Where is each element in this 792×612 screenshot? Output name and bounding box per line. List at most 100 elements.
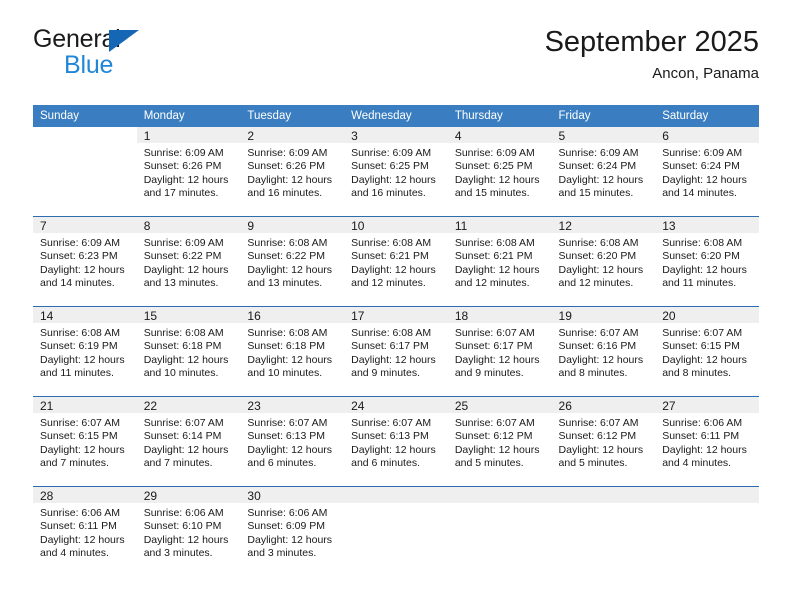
- calendar-cell-empty[interactable]: [447, 486, 552, 576]
- day-details: Sunrise: 6:07 AM Sunset: 6:12 PM Daylight:…: [552, 413, 656, 471]
- calendar-day-cell[interactable]: 28 Sunrise: 6:06 AM Sunset: 6:11 PM Dayligh…: [33, 486, 137, 576]
- calendar-cell-empty[interactable]: [551, 486, 656, 576]
- calendar-day-cell[interactable]: 10 Sunrise: 6:08 AM Sunset: 6:21 PM Dayligh…: [344, 216, 448, 307]
- sunrise-text: Sunrise: 6:09 AM: [454, 147, 535, 159]
- day-details: Sunrise: 6:07 AM Sunset: 6:16 PM Daylight:…: [552, 323, 656, 381]
- calendar-day-cell[interactable]: 13 Sunrise: 6:08 AM Sunset: 6:20 PM Dayligh…: [655, 216, 759, 307]
- calendar-day-cell[interactable]: 18 Sunrise: 6:07 AM Sunset: 6:17 PM Dayligh…: [447, 306, 552, 397]
- calendar-day-cell[interactable]: 4 Sunrise: 6:09 AM Sunset: 6:25 PM Daylight…: [447, 127, 552, 217]
- calendar-week-row: 7 Sunrise: 6:09 AM Sunset: 6:23 PM Daylight…: [33, 216, 759, 307]
- sunset-text: Sunset: 6:13 PM: [247, 430, 326, 443]
- page-subtitle-location: Ancon, Panama: [652, 65, 759, 82]
- sunrise-text: Sunrise: 6:08 AM: [351, 327, 432, 339]
- calendar-cell-empty[interactable]: [33, 127, 137, 217]
- calendar-cell-empty[interactable]: [655, 486, 759, 576]
- day-details: Sunrise: 6:09 AM Sunset: 6:25 PM Daylight:…: [344, 143, 448, 201]
- weekday-header-thursday: Thursday: [447, 105, 552, 127]
- brand-name-general: General: [33, 25, 121, 53]
- calendar-day-cell[interactable]: 6 Sunrise: 6:09 AM Sunset: 6:24 PM Daylight…: [655, 127, 759, 217]
- calendar-day-cell[interactable]: 25 Sunrise: 6:07 AM Sunset: 6:12 PM Dayligh…: [447, 396, 552, 487]
- sunset-text: Sunset: 6:16 PM: [558, 340, 637, 353]
- calendar-day-cell[interactable]: 23 Sunrise: 6:07 AM Sunset: 6:13 PM Dayligh…: [240, 396, 345, 487]
- calendar-day-cell[interactable]: 21 Sunrise: 6:07 AM Sunset: 6:15 PM Dayligh…: [33, 396, 137, 487]
- sunset-text: Sunset: 6:09 PM: [247, 520, 326, 533]
- calendar-day-cell[interactable]: 8 Sunrise: 6:09 AM Sunset: 6:22 PM Daylight…: [136, 216, 241, 307]
- sunrise-text: Sunrise: 6:06 AM: [662, 417, 743, 429]
- calendar-day-cell[interactable]: 14 Sunrise: 6:08 AM Sunset: 6:19 PM Dayligh…: [33, 306, 137, 397]
- daylight-text: Daylight: 12 hours and 15 minutes.: [454, 173, 540, 200]
- day-number: [655, 487, 759, 503]
- day-details: Sunrise: 6:08 AM Sunset: 6:20 PM Daylight:…: [552, 233, 656, 291]
- calendar-day-cell[interactable]: 7 Sunrise: 6:09 AM Sunset: 6:23 PM Daylight…: [33, 216, 137, 307]
- day-details: Sunrise: 6:06 AM Sunset: 6:11 PM Daylight:…: [33, 503, 137, 561]
- day-number: 25: [447, 397, 552, 413]
- calendar-day-cell[interactable]: 20 Sunrise: 6:07 AM Sunset: 6:15 PM Dayligh…: [655, 306, 759, 397]
- sunset-text: Sunset: 6:17 PM: [351, 340, 429, 353]
- sunset-text: Sunset: 6:22 PM: [143, 250, 222, 263]
- sunset-text: Sunset: 6:21 PM: [351, 250, 429, 263]
- day-number: [551, 487, 656, 503]
- sunrise-text: Sunrise: 6:09 AM: [351, 147, 432, 159]
- calendar-day-cell[interactable]: 15 Sunrise: 6:08 AM Sunset: 6:18 PM Dayligh…: [136, 306, 241, 397]
- sunset-text: Sunset: 6:25 PM: [351, 160, 429, 173]
- day-number: 11: [447, 217, 552, 233]
- daylight-text: Daylight: 12 hours and 12 minutes.: [558, 263, 644, 290]
- title-block: September 2025 Ancon, Panama: [545, 24, 759, 83]
- calendar-day-cell[interactable]: 2 Sunrise: 6:09 AM Sunset: 6:26 PM Daylight…: [240, 127, 345, 217]
- calendar-day-cell[interactable]: 22 Sunrise: 6:07 AM Sunset: 6:14 PM Dayligh…: [136, 396, 241, 487]
- calendar-day-cell[interactable]: 27 Sunrise: 6:06 AM Sunset: 6:11 PM Dayligh…: [655, 396, 759, 487]
- sunrise-text: Sunrise: 6:08 AM: [558, 237, 639, 249]
- sunrise-text: Sunrise: 6:09 AM: [143, 237, 224, 249]
- calendar-day-cell[interactable]: 30 Sunrise: 6:06 AM Sunset: 6:09 PM Dayligh…: [240, 486, 345, 576]
- daylight-text: Daylight: 12 hours and 5 minutes.: [558, 443, 644, 470]
- calendar-day-cell[interactable]: 26 Sunrise: 6:07 AM Sunset: 6:12 PM Dayligh…: [551, 396, 656, 487]
- day-details: Sunrise: 6:06 AM Sunset: 6:11 PM Daylight:…: [655, 413, 759, 471]
- calendar-day-cell[interactable]: 24 Sunrise: 6:07 AM Sunset: 6:13 PM Dayligh…: [344, 396, 448, 487]
- brand-name-blue: Blue: [64, 51, 114, 79]
- daylight-text: Daylight: 12 hours and 4 minutes.: [40, 533, 125, 560]
- calendar-day-cell[interactable]: 5 Sunrise: 6:09 AM Sunset: 6:24 PM Daylight…: [551, 127, 656, 217]
- daylight-text: Daylight: 12 hours and 10 minutes.: [247, 353, 333, 380]
- sunrise-text: Sunrise: 6:06 AM: [143, 507, 224, 519]
- calendar-day-cell[interactable]: 29 Sunrise: 6:06 AM Sunset: 6:10 PM Dayligh…: [136, 486, 241, 576]
- sunrise-text: Sunrise: 6:07 AM: [454, 327, 535, 339]
- day-details: Sunrise: 6:06 AM Sunset: 6:09 PM Daylight:…: [240, 503, 344, 561]
- day-details: Sunrise: 6:07 AM Sunset: 6:17 PM Daylight:…: [448, 323, 552, 381]
- day-details: Sunrise: 6:09 AM Sunset: 6:26 PM Daylight:…: [240, 143, 344, 201]
- day-number: [447, 487, 552, 503]
- daylight-text: Daylight: 12 hours and 3 minutes.: [143, 533, 229, 560]
- daylight-text: Daylight: 12 hours and 13 minutes.: [247, 263, 333, 290]
- calendar-day-cell[interactable]: 17 Sunrise: 6:08 AM Sunset: 6:17 PM Dayligh…: [344, 306, 448, 397]
- day-number: 6: [655, 127, 759, 143]
- daylight-text: Daylight: 12 hours and 17 minutes.: [143, 173, 229, 200]
- page-title: September 2025: [544, 26, 759, 58]
- sunset-text: Sunset: 6:19 PM: [40, 340, 118, 353]
- page-header: General Blue September 2025 Ancon, Panam…: [33, 26, 759, 96]
- sunrise-text: Sunrise: 6:08 AM: [662, 237, 743, 249]
- day-details: Sunrise: 6:07 AM Sunset: 6:12 PM Daylight:…: [448, 413, 552, 471]
- calendar-day-cell[interactable]: 19 Sunrise: 6:07 AM Sunset: 6:16 PM Dayligh…: [551, 306, 656, 397]
- calendar-day-cell[interactable]: 16 Sunrise: 6:08 AM Sunset: 6:18 PM Dayligh…: [240, 306, 345, 397]
- weekday-header-saturday: Saturday: [655, 105, 759, 127]
- day-number: 18: [447, 307, 552, 323]
- daylight-text: Daylight: 12 hours and 9 minutes.: [351, 353, 436, 380]
- calendar-day-cell[interactable]: 1 Sunrise: 6:09 AM Sunset: 6:26 PM Daylight…: [136, 127, 241, 217]
- calendar-day-cell[interactable]: 11 Sunrise: 6:08 AM Sunset: 6:21 PM Dayligh…: [447, 216, 552, 307]
- sunrise-text: Sunrise: 6:07 AM: [662, 327, 743, 339]
- daylight-text: Daylight: 12 hours and 16 minutes.: [247, 173, 333, 200]
- sunset-text: Sunset: 6:15 PM: [662, 340, 740, 353]
- sunrise-text: Sunrise: 6:07 AM: [40, 417, 120, 429]
- calendar-day-cell[interactable]: 3 Sunrise: 6:09 AM Sunset: 6:25 PM Daylight…: [344, 127, 448, 217]
- sunset-text: Sunset: 6:14 PM: [143, 430, 222, 443]
- day-number: 22: [136, 397, 241, 413]
- day-details: Sunrise: 6:07 AM Sunset: 6:14 PM Daylight:…: [137, 413, 241, 471]
- daylight-text: Daylight: 12 hours and 8 minutes.: [558, 353, 644, 380]
- day-number: 19: [551, 307, 656, 323]
- sunrise-text: Sunrise: 6:08 AM: [454, 237, 535, 249]
- sunrise-text: Sunrise: 6:06 AM: [247, 507, 328, 519]
- calendar-cell-empty[interactable]: [344, 486, 448, 576]
- weekday-header-friday: Friday: [551, 105, 656, 127]
- calendar-day-cell[interactable]: 9 Sunrise: 6:08 AM Sunset: 6:22 PM Daylight…: [240, 216, 345, 307]
- sunrise-text: Sunrise: 6:08 AM: [143, 327, 224, 339]
- calendar-day-cell[interactable]: 12 Sunrise: 6:08 AM Sunset: 6:20 PM Dayligh…: [551, 216, 656, 307]
